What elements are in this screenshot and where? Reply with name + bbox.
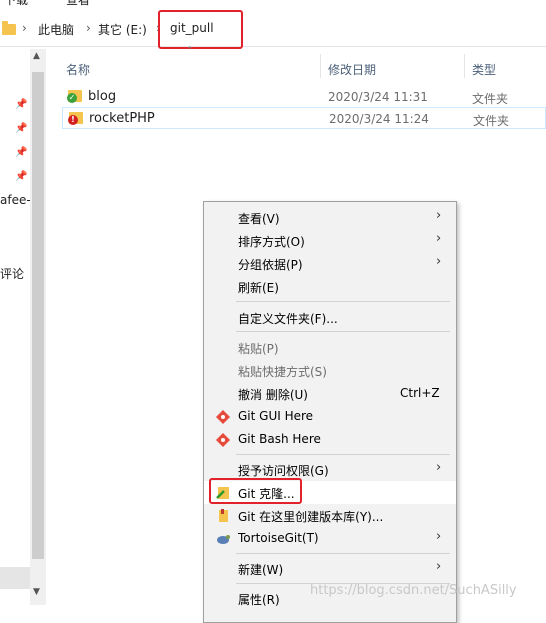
tortoisegit-icon	[217, 535, 230, 544]
watermark: https://blog.csdn.net/SuchASilly	[310, 583, 517, 598]
folder-icon: !	[68, 112, 83, 125]
menu-item-paste[interactable]: 粘贴(P)	[204, 336, 456, 359]
menu-item-undo-delete[interactable]: 撤消 删除(U) Ctrl+Z	[204, 382, 456, 405]
folder-icon	[2, 21, 16, 35]
menu-label: 粘贴快捷方式(S)	[238, 365, 327, 379]
column-divider[interactable]	[464, 54, 465, 78]
nav-scrollbar-thumb[interactable]	[32, 72, 44, 559]
file-row-rocketphp[interactable]: ! rocketPHP 2020/3/24 11:24 文件夹	[62, 107, 546, 129]
menu-item-git-bash[interactable]: Git Bash Here	[204, 428, 456, 451]
breadcrumb-this-pc[interactable]: 此电脑	[38, 21, 74, 38]
menu-label: 新建(W)	[238, 563, 284, 577]
sort-chevron-icon: ⌃	[186, 46, 194, 56]
menu-label: 排序方式(O)	[238, 235, 305, 249]
git-icon	[216, 410, 230, 424]
menu-label: Git 在这里创建版本库(Y)...	[238, 510, 384, 524]
pin-icon: 📌	[15, 123, 28, 134]
menu-label: 分组依据(P)	[238, 258, 303, 272]
menu-label: 属性(R)	[238, 593, 280, 607]
menu-label: 自定义文件夹(F)...	[238, 312, 338, 326]
column-date[interactable]: 修改日期	[328, 61, 376, 78]
menu-label: 授予访问权限(G)	[238, 464, 329, 478]
menu-label: Git GUI Here	[238, 409, 314, 423]
menu-label: 查看(V)	[238, 212, 280, 226]
check-overlay-icon: ✓	[67, 93, 77, 103]
highlight-box-address	[158, 10, 243, 49]
menu-separator	[236, 553, 450, 554]
submenu-arrow-icon: ›	[436, 529, 442, 544]
nav-selected-item[interactable]	[0, 567, 30, 589]
menu-item-view[interactable]: 查看(V) ›	[204, 206, 456, 229]
submenu-arrow-icon: ›	[436, 208, 442, 223]
file-type: 文件夹	[472, 92, 509, 106]
menu-item-paste-shortcut[interactable]: 粘贴快捷方式(S)	[204, 359, 456, 382]
git-repo-icon	[219, 509, 228, 522]
breadcrumb-separator: ›	[22, 21, 27, 35]
menu-shortcut: Ctrl+Z	[400, 386, 440, 400]
file-name: rocketPHP	[89, 111, 155, 126]
submenu-arrow-icon: ›	[436, 254, 442, 269]
error-overlay-icon: !	[68, 115, 78, 125]
pin-icon: 📌	[15, 99, 28, 110]
scroll-down-icon[interactable]: ▼	[33, 587, 40, 597]
address-bar[interactable]: › 此电脑 › 其它 (E:) › git_pull	[0, 10, 546, 49]
file-row-blog[interactable]: ✓ blog 2020/3/24 11:31 文件夹	[62, 86, 546, 108]
git-icon	[216, 433, 230, 447]
menu-item-customize-folder[interactable]: 自定义文件夹(F)...	[204, 306, 456, 329]
highlight-box-git-clone	[209, 478, 302, 504]
menu-item-git-create-repo[interactable]: Git 在这里创建版本库(Y)...	[204, 504, 456, 527]
menu-item-group[interactable]: 分组依据(P) ›	[204, 252, 456, 275]
pin-icon: 📌	[15, 147, 28, 158]
menu-item-sort[interactable]: 排序方式(O) ›	[204, 229, 456, 252]
menu-separator	[236, 331, 450, 332]
file-name: blog	[88, 89, 117, 104]
ribbon-text-1: 下载	[4, 0, 29, 7]
file-type: 文件夹	[473, 114, 510, 128]
menu-item-refresh[interactable]: 刷新(E)	[204, 275, 456, 298]
column-divider[interactable]	[320, 54, 321, 78]
ribbon-text-2: 查看	[66, 0, 91, 7]
menu-label: Git Bash Here	[238, 432, 321, 446]
menu-label: 粘贴(P)	[238, 342, 279, 356]
submenu-arrow-icon: ›	[436, 460, 442, 475]
submenu-arrow-icon: ›	[436, 231, 442, 246]
menu-label: 撤消 删除(U)	[238, 388, 308, 402]
menu-label: 刷新(E)	[238, 281, 279, 295]
submenu-arrow-icon: ›	[436, 559, 442, 574]
folder-icon: ✓	[67, 90, 82, 103]
menu-label: TortoiseGit(T)	[238, 531, 319, 545]
file-date: 2020/3/24 11:24	[329, 112, 429, 126]
menu-separator	[236, 454, 450, 455]
file-date: 2020/3/24 11:31	[328, 90, 428, 104]
menu-item-new[interactable]: 新建(W) ›	[204, 557, 456, 580]
menu-item-tortoisegit[interactable]: TortoiseGit(T) ›	[204, 527, 456, 550]
column-type[interactable]: 类型	[472, 61, 496, 78]
menu-item-git-gui[interactable]: Git GUI Here	[204, 405, 456, 428]
scroll-up-icon[interactable]: ▲	[33, 51, 40, 61]
nav-item-fragment[interactable]: 评论	[0, 265, 24, 282]
breadcrumb-separator: ›	[86, 21, 91, 35]
column-name[interactable]: 名称	[66, 61, 90, 78]
breadcrumb-drive-e[interactable]: 其它 (E:)	[98, 21, 147, 38]
pin-icon: 📌	[15, 171, 28, 182]
menu-separator	[236, 301, 450, 302]
context-menu: 查看(V) › 排序方式(O) › 分组依据(P) › 刷新(E) 自定义文件夹…	[203, 201, 457, 623]
ribbon-fragment: 下载 查看	[0, 0, 546, 12]
column-header: ⌃ 名称 修改日期 类型	[56, 46, 546, 84]
